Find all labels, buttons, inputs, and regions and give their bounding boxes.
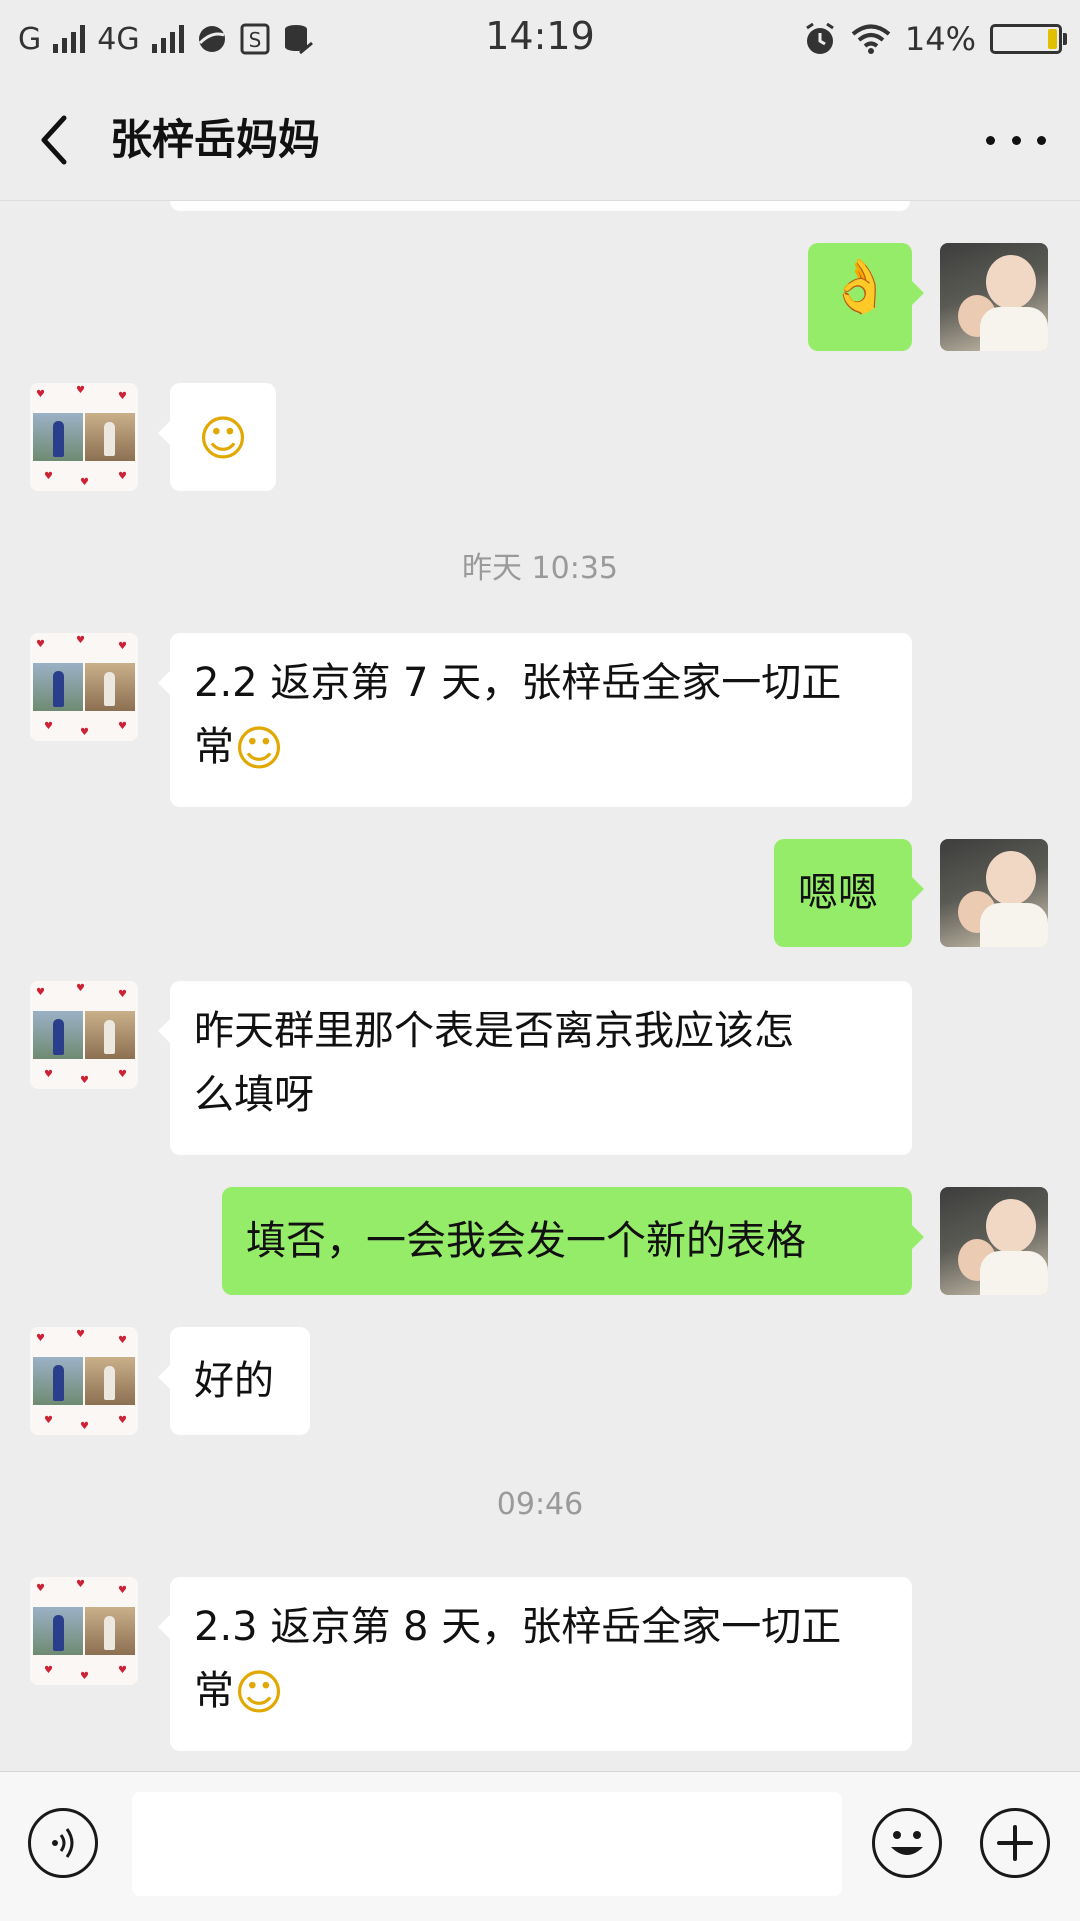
message-text: 好的 [194,1358,274,1404]
message-bubble-received[interactable]: 2.2 返京第 7 天，张梓岳全家一切正 常☺ [158,633,912,807]
my-avatar[interactable] [940,1187,1048,1295]
message-input[interactable] [132,1792,842,1896]
plus-icon[interactable] [980,1808,1050,1878]
message-text-line: 2.3 返京第 8 天，张梓岳全家一切正 [194,1604,842,1650]
contact-avatar[interactable]: ♥ ♥ ♥ ♥ ♥ ♥ [30,383,138,491]
battery-percent: 14% [904,20,976,58]
my-avatar[interactable] [940,839,1048,947]
message-text-line: 常☺ [194,721,285,777]
status-bar: G 4G S 14:19 14% [0,0,1080,80]
message-timestamp: 09:46 [496,1487,584,1522]
message-bubble-received[interactable]: 2.3 返京第 8 天，张梓岳全家一切正 常☺ [158,1577,912,1751]
wifi-icon [851,24,891,54]
message-bubble-sent[interactable]: 填否，一会我会发一个新的表格 [222,1187,924,1295]
contact-avatar[interactable]: ♥ ♥ ♥ ♥ ♥ ♥ [30,981,138,1089]
message-text-line: 么填呀 [194,1072,314,1118]
message-bubble-received[interactable]: 昨天群里那个表是否离京我应该怎 么填呀 [158,981,912,1155]
message-bubble-received[interactable]: 好的 [158,1327,310,1435]
chevron-left-icon[interactable] [34,110,74,170]
message-bubble-partial [170,201,910,211]
message-text-line: 昨天群里那个表是否离京我应该怎 [194,1008,794,1054]
my-avatar[interactable] [940,243,1048,351]
ok-hand-emoji-icon: 👌 [827,257,893,317]
contact-avatar[interactable]: ♥ ♥ ♥ ♥ ♥ ♥ [30,1577,138,1685]
contact-avatar[interactable]: ♥ ♥ ♥ ♥ ♥ ♥ [30,633,138,741]
smile-emoji-icon: ☺ [234,721,285,777]
message-text: 嗯嗯 [798,870,878,916]
battery-icon [990,24,1067,54]
status-right: 14% [803,14,1067,64]
chat-title: 张梓岳妈妈 [110,115,321,164]
message-text-line: 2.2 返京第 7 天，张梓岳全家一切正 [194,660,842,706]
message-bubble-sent[interactable]: 👌 [808,243,924,351]
smile-emoji-icon: ☺ [234,1665,285,1721]
chat-header: 张梓岳妈妈 [0,80,1080,201]
alarm-icon [806,22,834,54]
message-bubble-sent[interactable]: 嗯嗯 [774,839,924,947]
message-bubble-received[interactable]: ☺ [158,383,276,491]
contact-avatar[interactable]: ♥ ♥ ♥ ♥ ♥ ♥ [30,1327,138,1435]
more-icon[interactable] [986,130,1046,150]
message-text-line: 常☺ [194,1665,285,1721]
chat-messages[interactable]: 👌 ♥ ♥ ♥ ♥ ♥ ♥ ☺ 昨天 10:35 ♥ ♥ ♥ ♥ ♥ ♥ 2.2 返京第 7 天… [0,201,1080,1771]
voice-icon[interactable] [28,1808,98,1878]
emoji-icon[interactable] [872,1808,942,1878]
message-timestamp: 昨天 10:35 [462,551,618,586]
input-bar [0,1771,1080,1921]
smile-emoji-icon: ☺ [197,411,249,467]
message-text: 填否，一会我会发一个新的表格 [246,1218,806,1264]
